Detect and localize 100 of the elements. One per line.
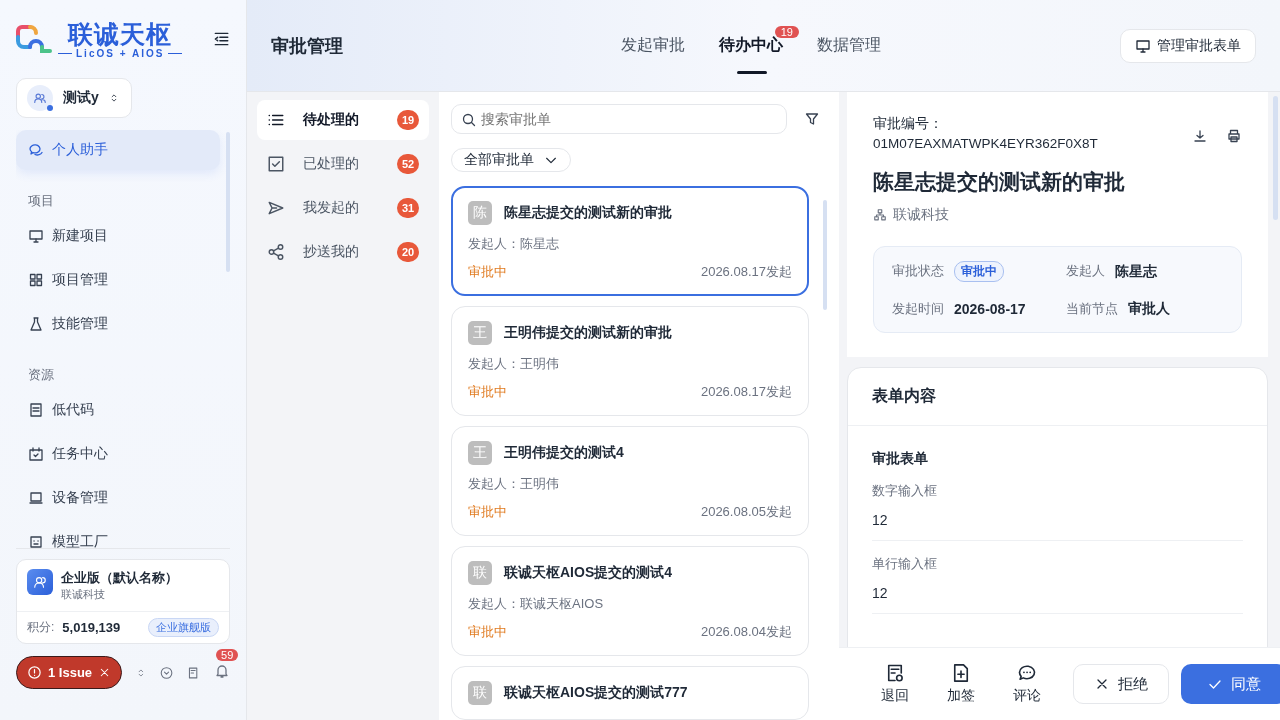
search-field[interactable]: 搜索审批单 — [451, 104, 787, 134]
status-text: 审批中 — [468, 383, 507, 401]
info-label: 当前节点 — [1066, 300, 1118, 318]
logo-icon — [16, 23, 52, 55]
plan-badge: 企业旗舰版 — [148, 618, 219, 637]
notification-badge: 59 — [216, 649, 239, 661]
field-value: 12 — [872, 512, 889, 528]
status-tag: 审批中 — [954, 261, 1004, 282]
avatar: 联 — [468, 561, 492, 585]
date-text: 2026.08.04发起 — [700, 623, 792, 641]
id-value: 01M07EAXMATWPK4EYR362F0X8T — [873, 135, 1098, 153]
bell-icon — [214, 663, 230, 679]
page-title: 审批管理 — [271, 34, 344, 58]
status-text: 审批中 — [468, 263, 507, 281]
monitor-icon — [28, 228, 44, 244]
nav-section-heading: 资源 — [27, 366, 55, 384]
manage-forms-button[interactable]: 管理审批表单 — [1120, 28, 1256, 63]
status-text: 审批中 — [468, 503, 507, 521]
nav-item[interactable]: 新建项目 — [16, 216, 220, 256]
calendar-icon — [28, 446, 44, 462]
filter-item[interactable]: 已处理的 52 — [257, 144, 429, 184]
count-badge: 52 — [397, 154, 419, 174]
approve-button[interactable]: 同意 — [1181, 664, 1280, 704]
send-icon — [267, 199, 285, 217]
count-badge: 31 — [397, 198, 419, 218]
filter-item[interactable]: 我发起的 31 — [257, 188, 429, 228]
filter-item[interactable]: 待处理的 19 — [257, 100, 429, 140]
share-icon — [267, 243, 285, 261]
laptop-icon — [28, 490, 44, 506]
monitor-icon — [1135, 37, 1151, 54]
logo-name: 联诚天枢 — [68, 19, 173, 48]
id-label: 审批编号： — [873, 115, 944, 133]
points-value: 5,019,139 — [62, 620, 122, 635]
status-text: 审批中 — [468, 623, 507, 641]
tab[interactable]: 待办中心 19 — [719, 0, 799, 92]
robot-icon — [28, 534, 44, 548]
nav-item[interactable]: 模型工厂 — [16, 522, 220, 548]
approval-card[interactable]: 陈 陈星志提交的测试新的审批 发起人：陈星志 审批中 2026.08.17发起 — [451, 186, 809, 296]
info-label: 审批状态 — [892, 263, 944, 280]
nav-item[interactable]: 项目管理 — [16, 260, 220, 300]
workspace-selector[interactable]: 测试y — [16, 78, 132, 118]
form-title: 表单内容 — [848, 368, 1267, 426]
points-label: 积分: — [27, 619, 55, 636]
document-icon — [186, 664, 200, 681]
checkbox-icon — [267, 155, 285, 173]
document-icon — [28, 402, 44, 418]
nav-item[interactable]: 技能管理 — [16, 304, 220, 344]
chat-icon — [28, 142, 44, 158]
info-label: 发起时间 — [892, 300, 944, 318]
users-icon — [33, 575, 47, 589]
nav-item[interactable]: 任务中心 — [16, 434, 220, 474]
approval-card[interactable]: 联 联诚天枢AIOS提交的测试777 — [451, 666, 809, 720]
date-text: 2026.08.05发起 — [700, 503, 792, 521]
grid-icon — [28, 272, 44, 288]
action-button[interactable]: 加签 — [941, 662, 981, 706]
approval-title: 联诚天枢AIOS提交的测试777 — [504, 684, 688, 702]
type-dropdown[interactable]: 全部审批单 — [451, 148, 571, 172]
organization-name: 企业版（默认名称） — [61, 569, 178, 587]
company-text: 联诚科技 — [893, 206, 949, 224]
tab-badge: 19 — [774, 25, 799, 38]
form-section-title: 审批表单 — [872, 450, 929, 468]
chevron-circle-icon — [159, 664, 173, 681]
field-label: 数字输入框 — [872, 482, 938, 500]
issue-button[interactable]: 1 Issue — [16, 656, 123, 689]
date-text: 2026.08.17发起 — [700, 383, 792, 401]
nav-item[interactable]: 个人助手 — [16, 130, 220, 170]
info-value: 陈星志 — [1115, 262, 1157, 281]
org-chart-icon — [873, 208, 887, 222]
document-return-icon — [885, 663, 905, 683]
search-icon — [461, 112, 477, 128]
avatar: 联 — [468, 681, 492, 705]
flask-icon — [28, 316, 44, 332]
action-button[interactable]: 退回 — [875, 662, 915, 706]
filter-icon — [804, 111, 820, 127]
logo-tagline: LicOS + AIOS — [76, 47, 165, 59]
field-value: 12 — [872, 585, 889, 601]
approval-card[interactable]: 联 联诚天枢AIOS提交的测试4 发起人：联诚天枢AIOS 审批中 2026.08.04发起 — [451, 546, 809, 656]
initiator-text: 发起人：王明伟 — [468, 475, 560, 493]
tab[interactable]: 发起审批 — [621, 0, 701, 92]
detail-title: 陈星志提交的测试新的审批 — [873, 169, 1126, 195]
company-name: 联诚科技 — [61, 587, 106, 602]
nav-section-heading: 项目 — [27, 192, 55, 210]
approval-title: 王明伟提交的测试新的审批 — [504, 324, 672, 342]
reject-button[interactable]: 拒绝 — [1073, 664, 1169, 704]
approval-title: 王明伟提交的测试4 — [504, 444, 624, 462]
tab[interactable]: 数据管理 — [817, 0, 897, 92]
nav-item[interactable]: 低代码 — [16, 390, 220, 430]
initiator-text: 发起人：联诚天枢AIOS — [468, 595, 605, 613]
avatar: 陈 — [468, 201, 492, 225]
initiator-text: 发起人：陈星志 — [468, 235, 560, 253]
alert-icon — [27, 665, 42, 680]
download-icon — [1192, 128, 1208, 144]
filter-item[interactable]: 抄送我的 20 — [257, 232, 429, 272]
action-button[interactable]: 评论 — [1007, 662, 1047, 706]
count-badge: 19 — [397, 110, 419, 130]
nav-item[interactable]: 设备管理 — [16, 478, 220, 518]
comment-icon — [1017, 663, 1037, 683]
document-add-icon — [951, 663, 971, 683]
initiator-text: 发起人：王明伟 — [468, 355, 560, 373]
info-value: 审批人 — [1128, 300, 1170, 318]
